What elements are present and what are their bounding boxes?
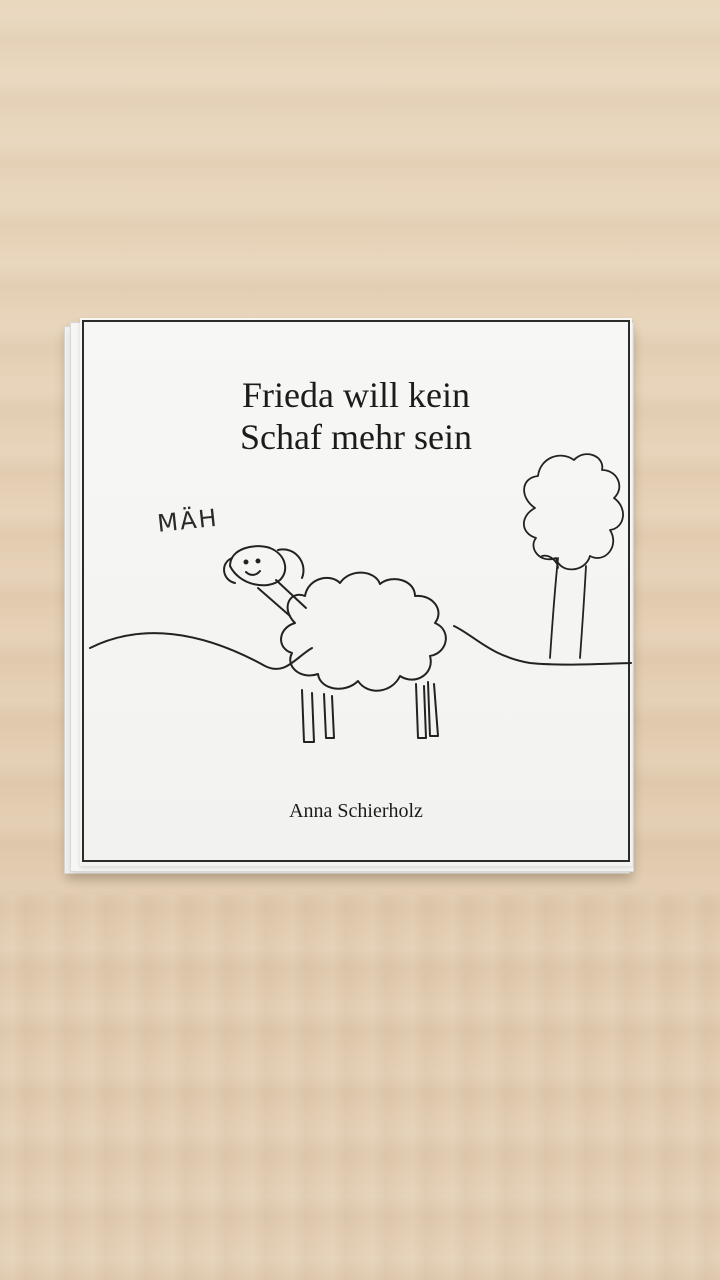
sheep-head [229, 545, 287, 587]
sheep-leg-2 [323, 693, 335, 739]
sheep-drawing-icon [223, 545, 447, 743]
sheep-body [280, 571, 447, 692]
sheep-mouth [245, 570, 261, 576]
sheep-eye-right [255, 558, 261, 564]
tree-trunk-right [579, 565, 587, 659]
booklet: Frieda will kein Schaf mehr sein MÄH Ann… [64, 318, 634, 874]
tree-crown [522, 453, 624, 571]
booklet-cover: Frieda will kein Schaf mehr sein MÄH Ann… [80, 318, 632, 866]
tree-drawing-icon [522, 453, 624, 659]
sheep-leg-1 [301, 689, 315, 743]
book-author: Anna Schierholz [289, 800, 423, 822]
sheep-eye-left [243, 559, 249, 565]
sheep-neck [257, 587, 291, 617]
hill-line-icon [89, 632, 313, 670]
sheep-ear-right [277, 548, 305, 579]
hill-line-right [453, 625, 632, 666]
cover-illustration [89, 453, 632, 743]
sheep-leg-3 [415, 683, 427, 739]
tree-trunk-left [549, 557, 559, 659]
sheep-leg-4 [427, 681, 439, 737]
